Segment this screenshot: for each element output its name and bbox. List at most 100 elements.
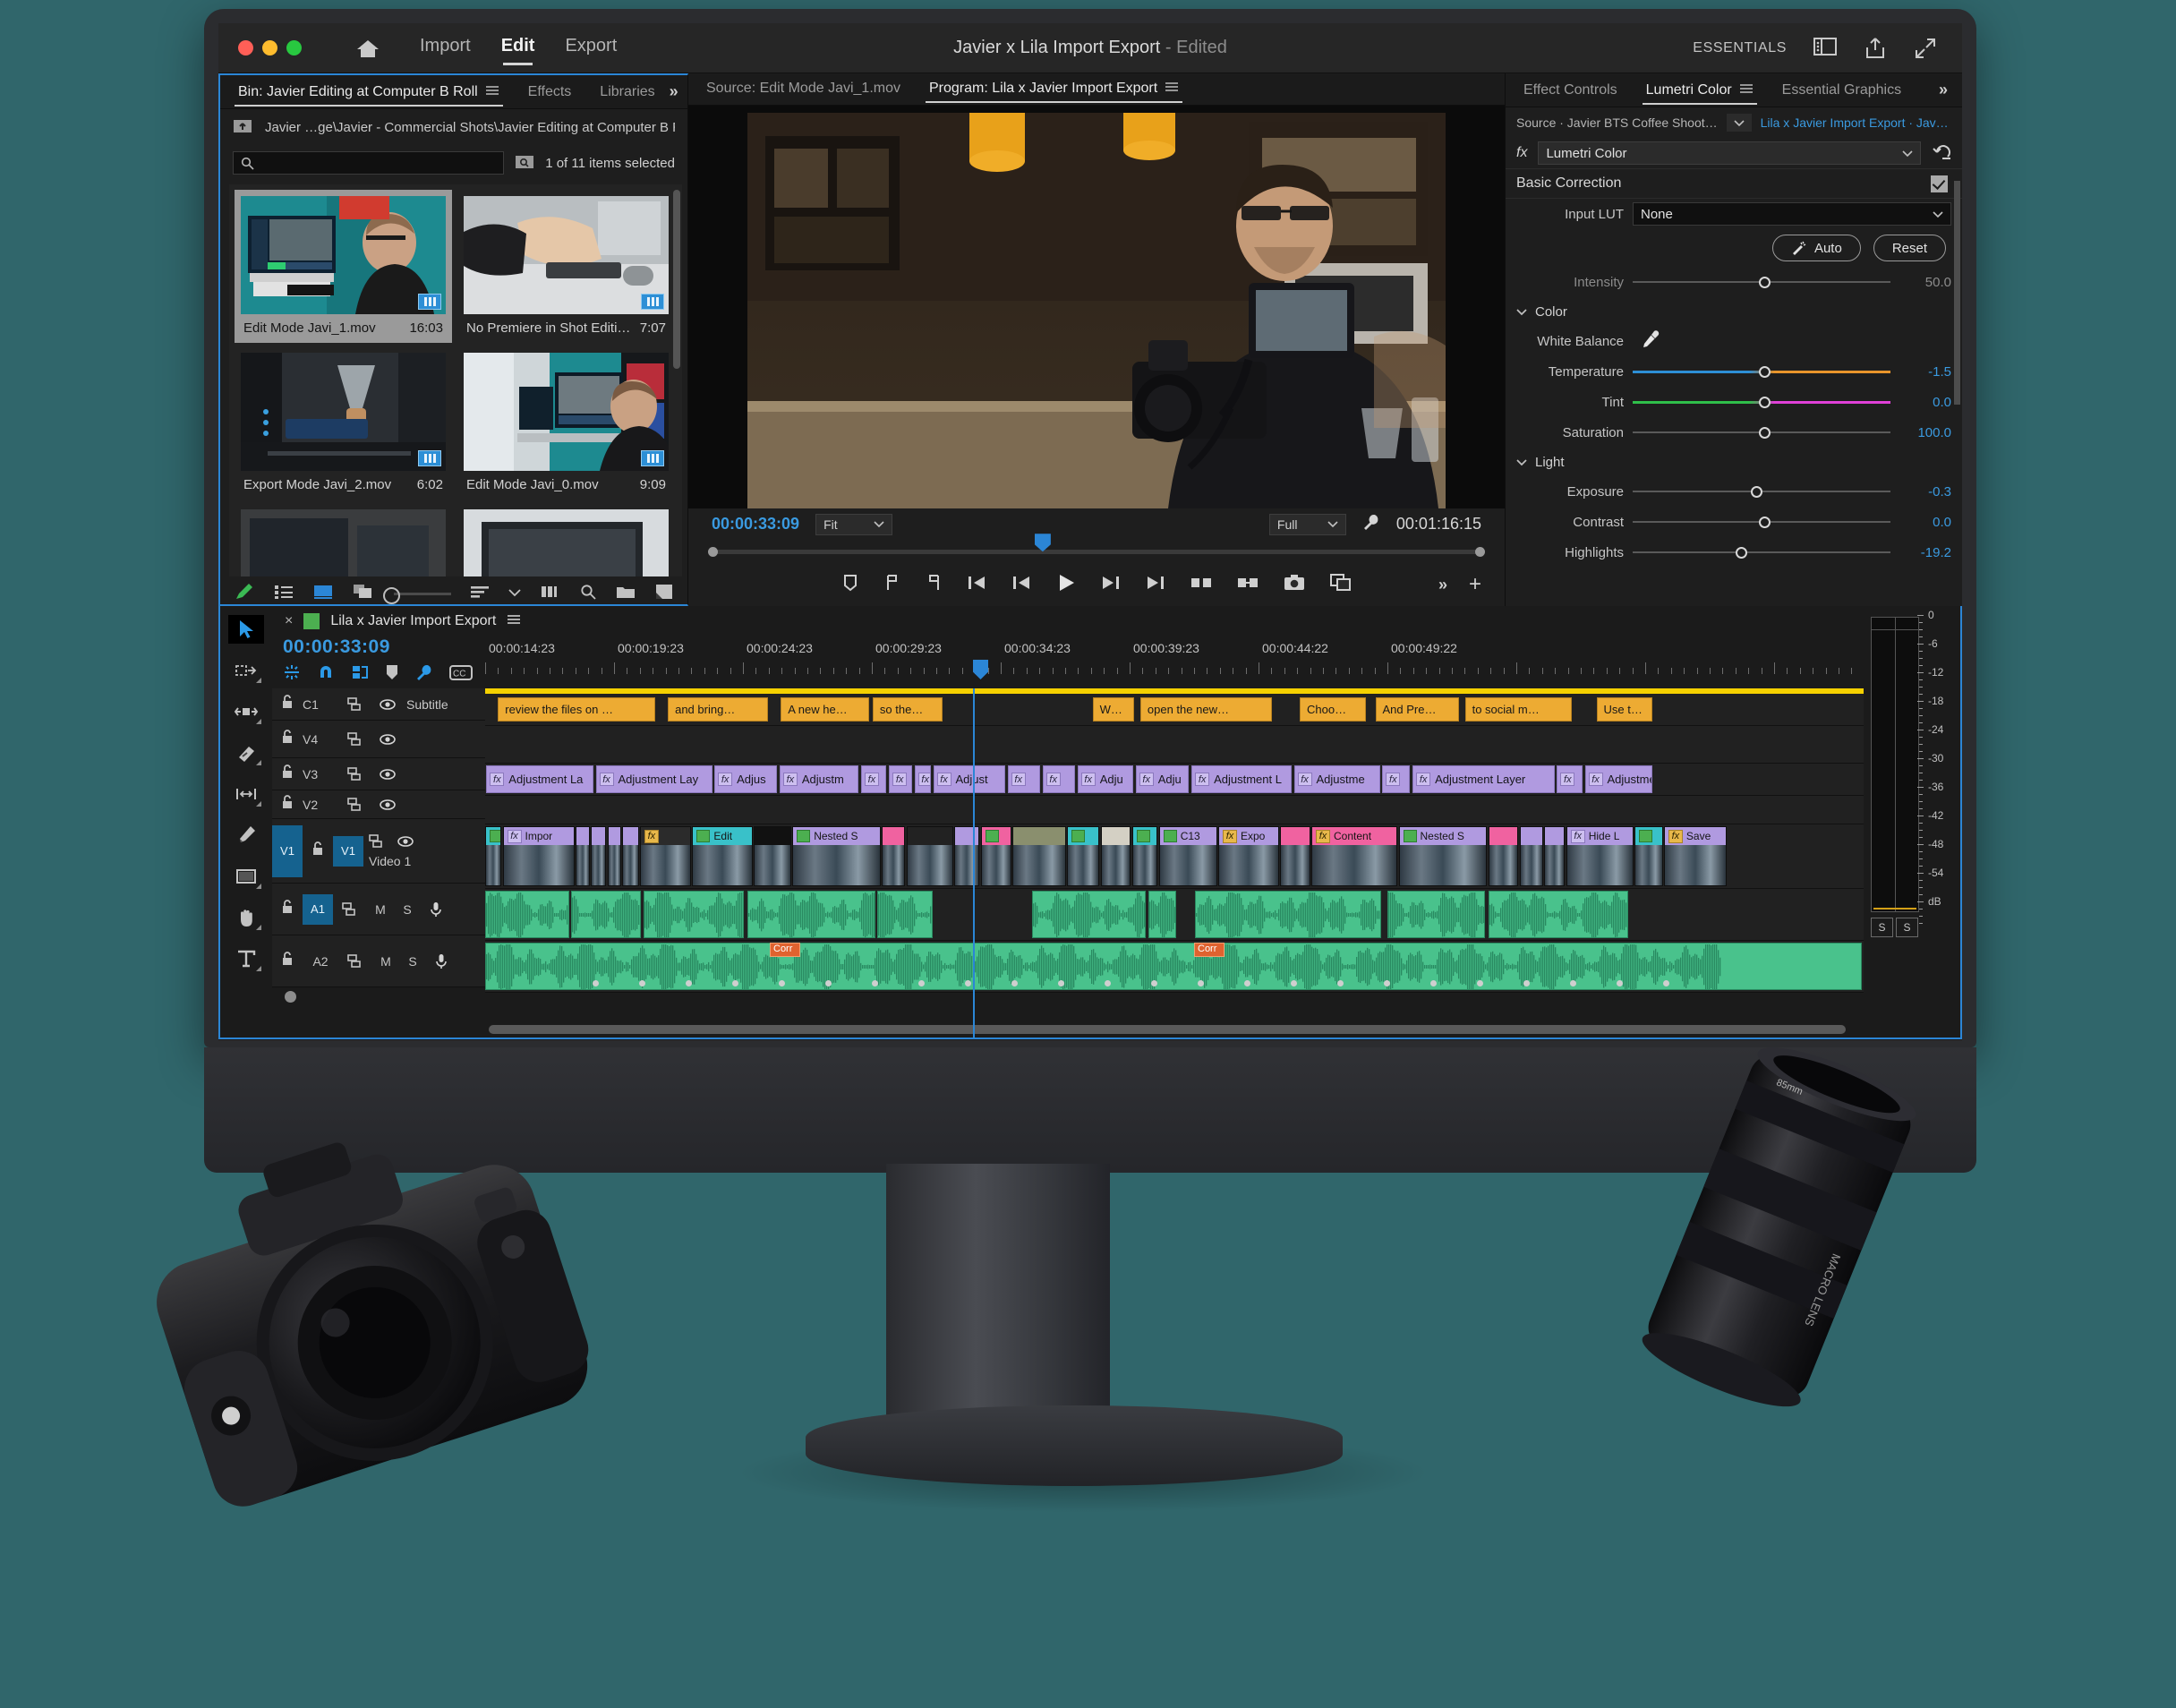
voice-record-icon[interactable] — [421, 901, 451, 918]
audio-keyframe[interactable] — [1384, 980, 1390, 986]
audio-keyframe[interactable] — [1105, 980, 1111, 986]
freeform-view-icon[interactable] — [353, 584, 374, 604]
tab-libraries[interactable]: Libraries — [585, 75, 669, 108]
video-clip[interactable] — [1011, 826, 1066, 886]
input-lut-select[interactable]: None — [1633, 202, 1951, 226]
adjustment-layer-clip[interactable]: fx Adjustm — [779, 765, 859, 793]
adjustment-layer-clip[interactable]: fx — [1557, 765, 1583, 793]
bin-footer-toolbar[interactable] — [220, 576, 687, 611]
sync-lock-icon[interactable] — [338, 767, 372, 781]
video-clip[interactable] — [622, 826, 639, 886]
lumetri-effect-select[interactable]: Lumetri Color — [1538, 141, 1921, 165]
bin-scrollbar[interactable] — [673, 190, 680, 369]
program-scrub-bar[interactable] — [688, 534, 1505, 564]
source-patch-v1[interactable]: V1 — [272, 824, 303, 877]
bin-panel-menu-icon[interactable] — [485, 84, 499, 100]
lock-icon[interactable] — [272, 730, 303, 748]
caption-clip[interactable]: to social m… — [1464, 697, 1573, 722]
track-a2[interactable]: Corr Corr — [485, 941, 1864, 993]
video-clip[interactable] — [980, 826, 1011, 886]
audio-clip[interactable] — [1032, 891, 1147, 938]
rate-stretch-icon[interactable] — [228, 780, 264, 808]
workspace-layout-icon[interactable] — [1813, 37, 1837, 60]
voice-record-icon[interactable] — [426, 953, 457, 969]
audio-clip[interactable] — [747, 891, 875, 938]
adjustment-layer-clip[interactable]: fx — [1042, 765, 1076, 793]
saturation-value[interactable]: 100.0 — [1899, 425, 1951, 440]
list-view-icon[interactable] — [274, 584, 294, 604]
video-clip[interactable]: Edit — [692, 826, 753, 886]
extract-icon[interactable] — [1237, 575, 1259, 595]
track-targeting-a1[interactable]: A1 — [303, 893, 333, 925]
bin-item[interactable] — [235, 503, 452, 576]
video-clip[interactable] — [1634, 826, 1663, 886]
saturation-slider[interactable] — [1633, 421, 1890, 444]
solo-left-button[interactable]: S — [1871, 918, 1893, 937]
contrast-value[interactable]: 0.0 — [1899, 515, 1951, 530]
audio-clip[interactable] — [1387, 891, 1485, 938]
timeline-playhead-timecode[interactable]: 00:00:33:09 — [283, 636, 485, 658]
caption-clip[interactable]: open the new… — [1139, 697, 1272, 722]
minimize-window-button[interactable] — [262, 40, 277, 56]
bin-panel-overflow-icon[interactable]: » — [670, 82, 689, 101]
track-header-v3[interactable]: V3 — [272, 758, 485, 790]
step-back-icon[interactable] — [1011, 575, 1031, 595]
video-clip[interactable]: Nested S — [1398, 826, 1488, 886]
track-v3[interactable]: fx Adjustment La fx Adjustment Lay fx Adjus fx… — [485, 764, 1864, 796]
track-visibility-icon[interactable] — [372, 768, 403, 780]
hand-tool-icon[interactable] — [228, 903, 264, 932]
audio-keyframe[interactable] — [1523, 980, 1530, 986]
sync-lock-icon[interactable] — [338, 697, 372, 711]
scrub-track[interactable] — [708, 534, 1485, 558]
caption-clip[interactable]: so the… — [872, 697, 943, 722]
close-window-button[interactable] — [238, 40, 253, 56]
new-item-pen-icon[interactable] — [235, 583, 254, 605]
new-bin-icon[interactable] — [616, 584, 636, 603]
video-clip[interactable] — [607, 826, 622, 886]
lumetri-panel-menu-icon[interactable] — [1739, 82, 1754, 98]
go-to-out-icon[interactable] — [1146, 575, 1165, 595]
timeline-settings-wrench-icon[interactable] — [415, 663, 433, 686]
tint-value[interactable]: 0.0 — [1899, 395, 1951, 410]
tab-essential-graphics[interactable]: Essential Graphics — [1768, 73, 1916, 107]
lumetri-source-chevron-icon[interactable] — [1726, 114, 1752, 132]
adjustment-layer-clip[interactable]: fx Adjustment La — [486, 765, 593, 793]
audio-clip[interactable] — [1148, 891, 1177, 938]
video-clip[interactable] — [485, 826, 502, 886]
timeline-toolbar[interactable] — [220, 606, 272, 1038]
scrub-end-handle[interactable] — [1475, 547, 1485, 558]
caption-clip[interactable]: review the files on … — [498, 697, 655, 722]
track-visibility-icon[interactable] — [372, 798, 403, 810]
audio-clip-marker[interactable]: Corr — [770, 943, 800, 957]
audio-keyframe[interactable] — [779, 980, 785, 986]
lumetri-panel-overflow-icon[interactable]: » — [1939, 81, 1958, 99]
caption-clip[interactable]: and bring… — [668, 697, 768, 722]
sort-chevron-icon[interactable] — [508, 585, 521, 602]
lumetri-sequence-label[interactable]: Lila x Javier Import Export · Jav… — [1761, 115, 1949, 130]
audio-keyframe[interactable] — [1291, 980, 1297, 986]
video-clip[interactable] — [1279, 826, 1310, 886]
video-clip[interactable] — [591, 826, 607, 886]
razor-tool-icon[interactable] — [228, 739, 264, 767]
audio-clip-marker[interactable]: Corr — [1194, 943, 1225, 957]
audio-clip[interactable] — [1195, 891, 1381, 938]
transport-edit-group[interactable] — [1190, 574, 1352, 595]
close-sequence-icon[interactable]: × — [285, 613, 293, 629]
bin-item[interactable]: Export Mode Javi_2.mov 6:02 — [235, 346, 452, 500]
fit-zoom-select[interactable]: Fit — [815, 513, 893, 535]
caption-clip[interactable]: Choo… — [1300, 697, 1367, 722]
audio-keyframe[interactable] — [686, 980, 692, 986]
mark-in-icon[interactable] — [884, 574, 900, 596]
step-forward-icon[interactable] — [1101, 575, 1121, 595]
bin-panel-tabs[interactable]: Bin: Javier Editing at Computer B Roll E… — [220, 75, 687, 109]
workspace-label[interactable]: ESSENTIALS — [1693, 40, 1787, 56]
navigate-up-icon[interactable] — [233, 117, 252, 138]
comparison-view-icon[interactable] — [1330, 574, 1352, 595]
audio-meter-solo-buttons[interactable]: S S — [1871, 918, 1957, 937]
bin-item[interactable]: No Premiere in Shot Editi… 7:07 — [457, 190, 675, 343]
color-group-header[interactable]: Color — [1506, 297, 1962, 326]
tab-lumetri-color[interactable]: Lumetri Color — [1632, 73, 1768, 107]
timeline-panel-menu-icon[interactable] — [507, 613, 521, 629]
track-header-a2[interactable]: A2 M S — [272, 935, 485, 987]
sequence-tab-label[interactable]: Lila x Javier Import Export — [330, 613, 496, 629]
